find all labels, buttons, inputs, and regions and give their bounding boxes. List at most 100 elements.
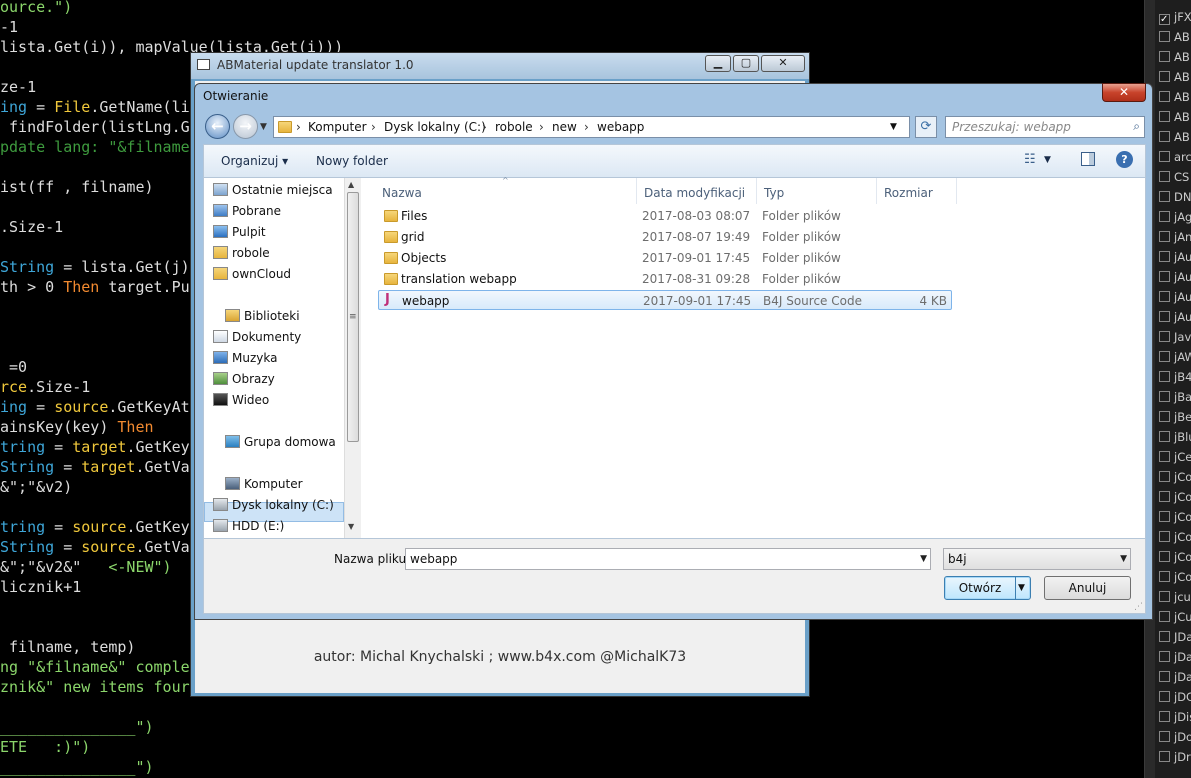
checkbox-icon[interactable]	[1159, 71, 1170, 82]
new-folder-button[interactable]: Nowy folder	[316, 154, 388, 168]
checkbox-icon[interactable]	[1159, 411, 1170, 422]
view-options-icon[interactable]: ☷	[1024, 152, 1036, 167]
library-item[interactable]: AB	[1159, 47, 1191, 67]
checkbox-icon[interactable]	[1159, 251, 1170, 262]
checkbox-icon[interactable]	[1159, 51, 1170, 62]
checkbox-icon[interactable]	[1159, 511, 1170, 522]
checkbox-icon[interactable]	[1159, 631, 1170, 642]
checkbox-icon[interactable]	[1159, 731, 1170, 742]
refresh-icon[interactable]: ⟳	[915, 116, 937, 138]
library-item[interactable]: jDis	[1159, 707, 1191, 727]
chevron-down-icon[interactable]: ▼	[890, 122, 897, 132]
checkbox-icon[interactable]	[1159, 491, 1170, 502]
checkbox-icon[interactable]	[1159, 371, 1170, 382]
checkbox-icon[interactable]	[1159, 471, 1170, 482]
nav-item[interactable]: Biblioteki	[225, 306, 300, 326]
nav-item[interactable]: ownCloud	[213, 264, 291, 284]
nav-item[interactable]: Muzyka	[213, 348, 277, 368]
library-item[interactable]: AB	[1159, 27, 1191, 47]
checkbox-icon[interactable]	[1159, 331, 1170, 342]
library-item[interactable]: jCo	[1159, 467, 1191, 487]
library-item[interactable]: jCo	[1159, 487, 1191, 507]
help-icon[interactable]: ?	[1116, 151, 1133, 168]
library-item[interactable]: jAu	[1159, 247, 1191, 267]
file-row[interactable]: Jwebapp 2017-09-01 17:45 B4J Source Code 4 …	[378, 290, 952, 310]
library-item[interactable]: jAu	[1159, 267, 1191, 287]
minimize-button[interactable]: ▁	[705, 55, 731, 72]
cancel-button[interactable]: Anuluj	[1044, 576, 1131, 600]
nav-scrollbar[interactable]: ▲ ≡ ▼	[344, 178, 361, 538]
checkbox-icon[interactable]	[1159, 751, 1170, 762]
library-item[interactable]: jCo	[1159, 507, 1191, 527]
checkbox-icon[interactable]	[1159, 311, 1170, 322]
breadcrumb[interactable]: › Komputer › Dysk lokalny (C:) › robole …	[273, 116, 910, 138]
nav-item[interactable]: Komputer	[225, 474, 303, 494]
library-item[interactable]: arc	[1159, 147, 1191, 167]
nav-item[interactable]: Dysk lokalny (C:)	[213, 495, 334, 515]
library-item[interactable]: jAn	[1159, 227, 1191, 247]
checkbox-icon[interactable]	[1159, 191, 1170, 202]
maximize-button[interactable]: ▢	[733, 55, 759, 72]
library-item[interactable]: AB	[1159, 107, 1191, 127]
nav-item[interactable]: Ostatnie miejsca	[213, 180, 333, 200]
library-item[interactable]: jAu	[1159, 307, 1191, 327]
breadcrumb-item[interactable]: Komputer	[308, 120, 367, 134]
checkbox-icon[interactable]	[1159, 151, 1170, 162]
library-item[interactable]: jBlu	[1159, 427, 1191, 447]
nav-item[interactable]: Grupa domowa	[225, 432, 336, 452]
chevron-down-icon[interactable]: ▼	[1044, 155, 1051, 165]
chevron-down-icon[interactable]: ▼	[920, 549, 927, 569]
checkbox-icon[interactable]	[1159, 611, 1170, 622]
nav-item[interactable]: Wideo	[213, 390, 269, 410]
file-row[interactable]: Files 2017-08-03 08:07 Folder plików	[378, 206, 952, 226]
search-input[interactable]: Przeszukaj: webapp ⌕	[945, 116, 1145, 138]
library-item[interactable]: AB	[1159, 87, 1191, 107]
checked-checkbox-icon[interactable]: ✓	[1159, 14, 1170, 25]
library-item[interactable]: jDa	[1159, 647, 1191, 667]
preview-pane-icon[interactable]	[1081, 152, 1095, 166]
resize-grip-icon[interactable]: ⋰	[1134, 602, 1143, 612]
checkbox-icon[interactable]	[1159, 291, 1170, 302]
file-row[interactable]: Objects 2017-09-01 17:45 Folder plików	[378, 248, 952, 268]
column-header-type[interactable]: Typ	[764, 186, 784, 200]
library-item[interactable]: Jav	[1159, 327, 1191, 347]
checkbox-icon[interactable]	[1159, 711, 1170, 722]
back-arrow-icon[interactable]: ←	[205, 114, 230, 139]
file-row[interactable]: grid 2017-08-07 19:49 Folder plików	[378, 227, 952, 247]
filename-input[interactable]: webapp ▼	[405, 548, 931, 570]
library-item[interactable]: jAu	[1159, 287, 1191, 307]
library-item[interactable]: jcu	[1159, 587, 1191, 607]
checkbox-icon[interactable]	[1159, 111, 1170, 122]
library-item[interactable]: CS	[1159, 167, 1191, 187]
checkbox-icon[interactable]	[1159, 351, 1170, 362]
checkbox-icon[interactable]	[1159, 91, 1170, 102]
checkbox-icon[interactable]	[1159, 651, 1170, 662]
library-item[interactable]: AB	[1159, 67, 1191, 87]
library-item[interactable]: jDo	[1159, 727, 1191, 747]
checkbox-icon[interactable]	[1159, 591, 1170, 602]
organize-button[interactable]: Organizuj ▾	[221, 154, 288, 168]
nav-item[interactable]: Obrazy	[213, 369, 275, 389]
library-item[interactable]: jCe	[1159, 447, 1191, 467]
library-item[interactable]: jBe	[1159, 407, 1191, 427]
checkbox-icon[interactable]	[1159, 531, 1170, 542]
library-item[interactable]: jCo	[1159, 567, 1191, 587]
nav-item[interactable]: robole	[213, 243, 270, 263]
checkbox-icon[interactable]	[1159, 431, 1170, 442]
checkbox-icon[interactable]	[1159, 391, 1170, 402]
checkbox-icon[interactable]	[1159, 451, 1170, 462]
checkbox-icon[interactable]	[1159, 31, 1170, 42]
file-row[interactable]: translation webapp 2017-08-31 09:28 Folder…	[378, 269, 952, 289]
library-item[interactable]: DN	[1159, 187, 1191, 207]
library-item[interactable]: ✓ jFX	[1159, 7, 1191, 27]
breadcrumb-item[interactable]: new	[552, 120, 577, 134]
library-item[interactable]: jBa	[1159, 387, 1191, 407]
checkbox-icon[interactable]	[1159, 571, 1170, 582]
nav-item[interactable]: Pulpit	[213, 222, 266, 242]
translator-close-button[interactable]: ✕	[761, 55, 805, 72]
dialog-close-button[interactable]: ✕	[1102, 83, 1146, 102]
checkbox-icon[interactable]	[1159, 691, 1170, 702]
library-item[interactable]: jDa	[1159, 667, 1191, 687]
checkbox-icon[interactable]	[1159, 671, 1170, 682]
library-item[interactable]: jDr	[1159, 747, 1191, 767]
